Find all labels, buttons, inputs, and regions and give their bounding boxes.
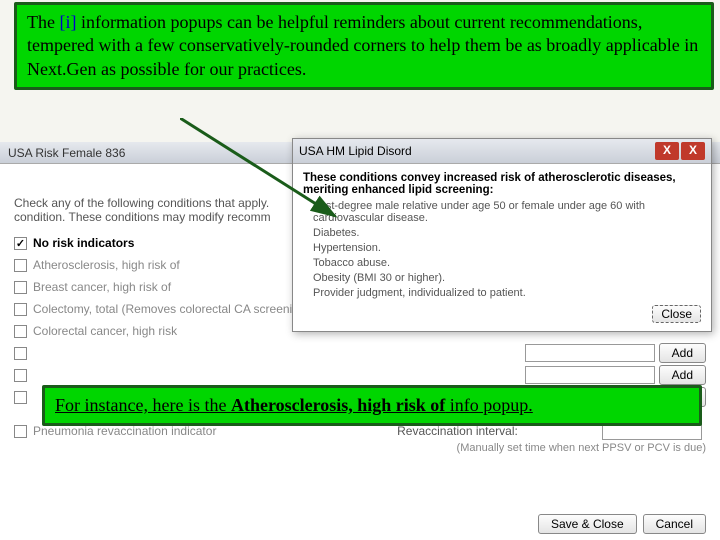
label-colorectal: Colorectal cancer, high risk [33, 324, 313, 338]
checkbox-athero[interactable] [14, 259, 27, 272]
popup-item: Tobacco abuse. [313, 257, 701, 269]
checkbox-no-risk[interactable] [14, 237, 27, 250]
callout-mid-bold: Atherosclerosis, high risk of [231, 395, 445, 415]
callout-top-text-rest: information popups can be helpful remind… [27, 12, 698, 79]
window-title: USA Risk Female 836 [8, 146, 125, 160]
popup-window-controls: X X [655, 142, 705, 160]
callout-mid-pre: For instance, here is the [55, 395, 231, 415]
bottom-buttons: Save & Close Cancel [538, 514, 706, 534]
save-and-close-button[interactable]: Save & Close [538, 514, 637, 534]
popup-close-button[interactable]: Close [652, 305, 701, 323]
label-athero: Atherosclerosis, high risk of [33, 258, 313, 272]
popup-item: Hypertension. [313, 242, 701, 254]
close-icon[interactable]: X [681, 142, 705, 160]
label-pneumonia: Pneumonia revaccination indicator [33, 424, 313, 438]
cancel-button[interactable]: Cancel [643, 514, 706, 534]
callout-top-text-pre: The [27, 12, 59, 32]
popup-item: Obesity (BMI 30 or higher). [313, 272, 701, 284]
checkbox-breast[interactable] [14, 281, 27, 294]
checkbox-colorectal[interactable] [14, 325, 27, 338]
callout-top-info-token: [i] [59, 12, 76, 32]
revaccination-label: Revaccination interval: [397, 424, 518, 438]
arrow-to-popup [180, 118, 380, 238]
row-hidden-1[interactable]: Add [14, 342, 706, 364]
checkbox-pneumonia[interactable] [14, 425, 27, 438]
add-button[interactable]: Add [659, 365, 706, 385]
field-hidden-2[interactable] [525, 366, 655, 384]
close-icon[interactable]: X [655, 142, 679, 160]
checkbox-hidden-3[interactable] [14, 391, 27, 404]
add-button[interactable]: Add [659, 343, 706, 363]
popup-item: Provider judgment, individualized to pat… [313, 287, 701, 299]
checkbox-colectomy[interactable] [14, 303, 27, 316]
row-hidden-2[interactable]: Add [14, 364, 706, 386]
callout-top: The [i] information popups can be helpfu… [14, 2, 714, 90]
callout-mid: For instance, here is the Atherosclerosi… [42, 385, 702, 426]
label-breast: Breast cancer, high risk of [33, 280, 313, 294]
checkbox-hidden-2[interactable] [14, 369, 27, 382]
field-hidden-1[interactable] [525, 344, 655, 362]
label-no-risk: No risk indicators [33, 236, 313, 250]
callout-mid-post: info popup. [445, 395, 533, 415]
checkbox-hidden-1[interactable] [14, 347, 27, 360]
revaccination-hint: (Manually set time when next PPSV or PCV… [14, 442, 706, 454]
